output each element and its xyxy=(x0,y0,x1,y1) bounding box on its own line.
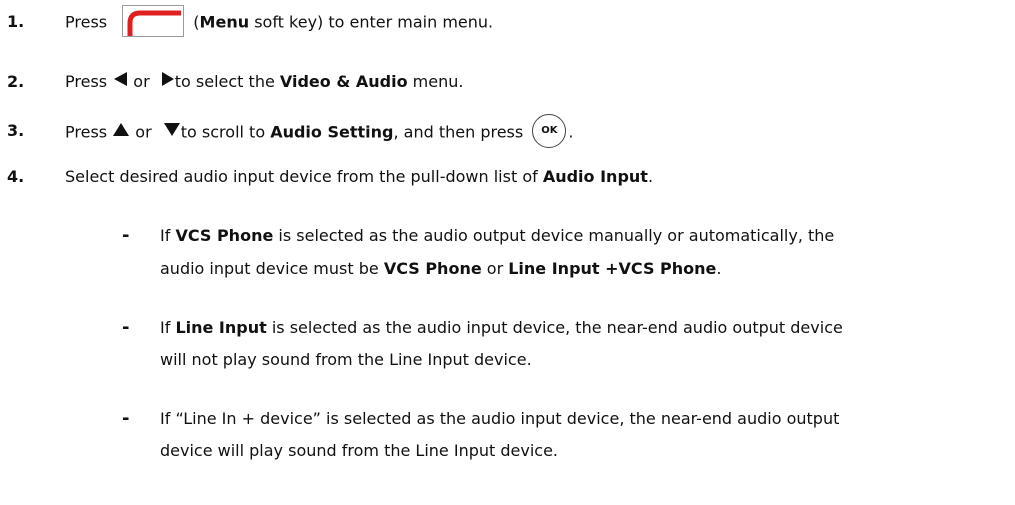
bullet-dash: - xyxy=(122,408,130,429)
or-text: or xyxy=(133,72,150,91)
bullet-text: device will play sound from the Line Inp… xyxy=(160,441,559,460)
step-number: 4. xyxy=(7,167,25,186)
bullet-text: is selected as the audio input device, t… xyxy=(266,318,843,337)
bullet-line-1: If Line Input is selected as the audio i… xyxy=(160,313,843,343)
bullet-text: If xyxy=(160,318,176,337)
bullet-line-2: audio input device must be VCS Phone or … xyxy=(160,254,722,284)
up-arrow-icon xyxy=(112,117,130,147)
bullet-text: audio input device must be xyxy=(160,259,384,278)
step-text: Select desired audio input device from t… xyxy=(65,162,653,192)
step-number: 3. xyxy=(7,121,25,140)
step-text: Press (Menu soft key) to enter main menu… xyxy=(65,5,494,39)
step-number: 1. xyxy=(7,12,25,31)
bullet-line-1: If VCS Phone is selected as the audio ou… xyxy=(160,221,834,251)
menu-label: Menu xyxy=(199,12,250,32)
step-text-end: . xyxy=(568,122,574,142)
step-text-post: . xyxy=(647,167,654,186)
step-text-pre: Press xyxy=(65,12,108,32)
bullet-text: is selected as the audio output device m… xyxy=(273,226,835,245)
line-input-vcs-phone-label: Line Input +VCS Phone xyxy=(508,259,717,278)
step-text: Press or to scroll to Audio Setting, and… xyxy=(65,114,574,150)
step-text-pre: Select desired audio input device from t… xyxy=(65,167,543,186)
bullet-text: or xyxy=(481,259,509,278)
step-text-post: soft key) to enter main menu. xyxy=(249,12,494,32)
ok-key-icon: OK xyxy=(532,114,567,148)
audio-setting-label: Audio Setting xyxy=(270,122,394,142)
audio-input-label: Audio Input xyxy=(542,167,648,186)
step-text-post: menu. xyxy=(407,72,464,91)
left-arrow-icon xyxy=(112,67,128,97)
bullet-text: will not play sound from the Line Input … xyxy=(160,350,532,369)
instruction-document: 1. Press (Menu soft key) to enter main m… xyxy=(0,0,1015,505)
step-text-pre: Press xyxy=(65,122,108,142)
video-audio-label: Video & Audio xyxy=(279,72,408,91)
vcs-phone-label: VCS Phone xyxy=(383,259,482,278)
bullet-line-1: If “Line In + device” is selected as the… xyxy=(160,404,839,434)
or-text: or xyxy=(135,122,152,142)
bullet-text: If xyxy=(160,226,176,245)
step-number: 2. xyxy=(7,72,25,91)
vcs-phone-label: VCS Phone xyxy=(175,226,274,245)
bullet-text: . xyxy=(716,259,722,278)
step-text-mid: to select the xyxy=(174,72,280,91)
bullet-text: If “Line In + device” is selected as the… xyxy=(160,409,840,428)
down-arrow-icon xyxy=(163,117,181,147)
line-input-label: Line Input xyxy=(175,318,267,337)
step-text: Press or to select the Video & Audio men… xyxy=(65,67,463,98)
menu-softkey-icon xyxy=(122,5,185,37)
step-text-post: , and then press xyxy=(393,122,524,142)
bullet-dash: - xyxy=(122,317,130,338)
bullet-line-2: device will play sound from the Line Inp… xyxy=(160,436,558,466)
bullet-dash: - xyxy=(122,225,130,246)
bullet-line-2: will not play sound from the Line Input … xyxy=(160,345,532,375)
step-text-pre: Press xyxy=(65,72,108,91)
step-text-mid: to scroll to xyxy=(180,122,271,142)
right-arrow-icon xyxy=(161,67,175,97)
